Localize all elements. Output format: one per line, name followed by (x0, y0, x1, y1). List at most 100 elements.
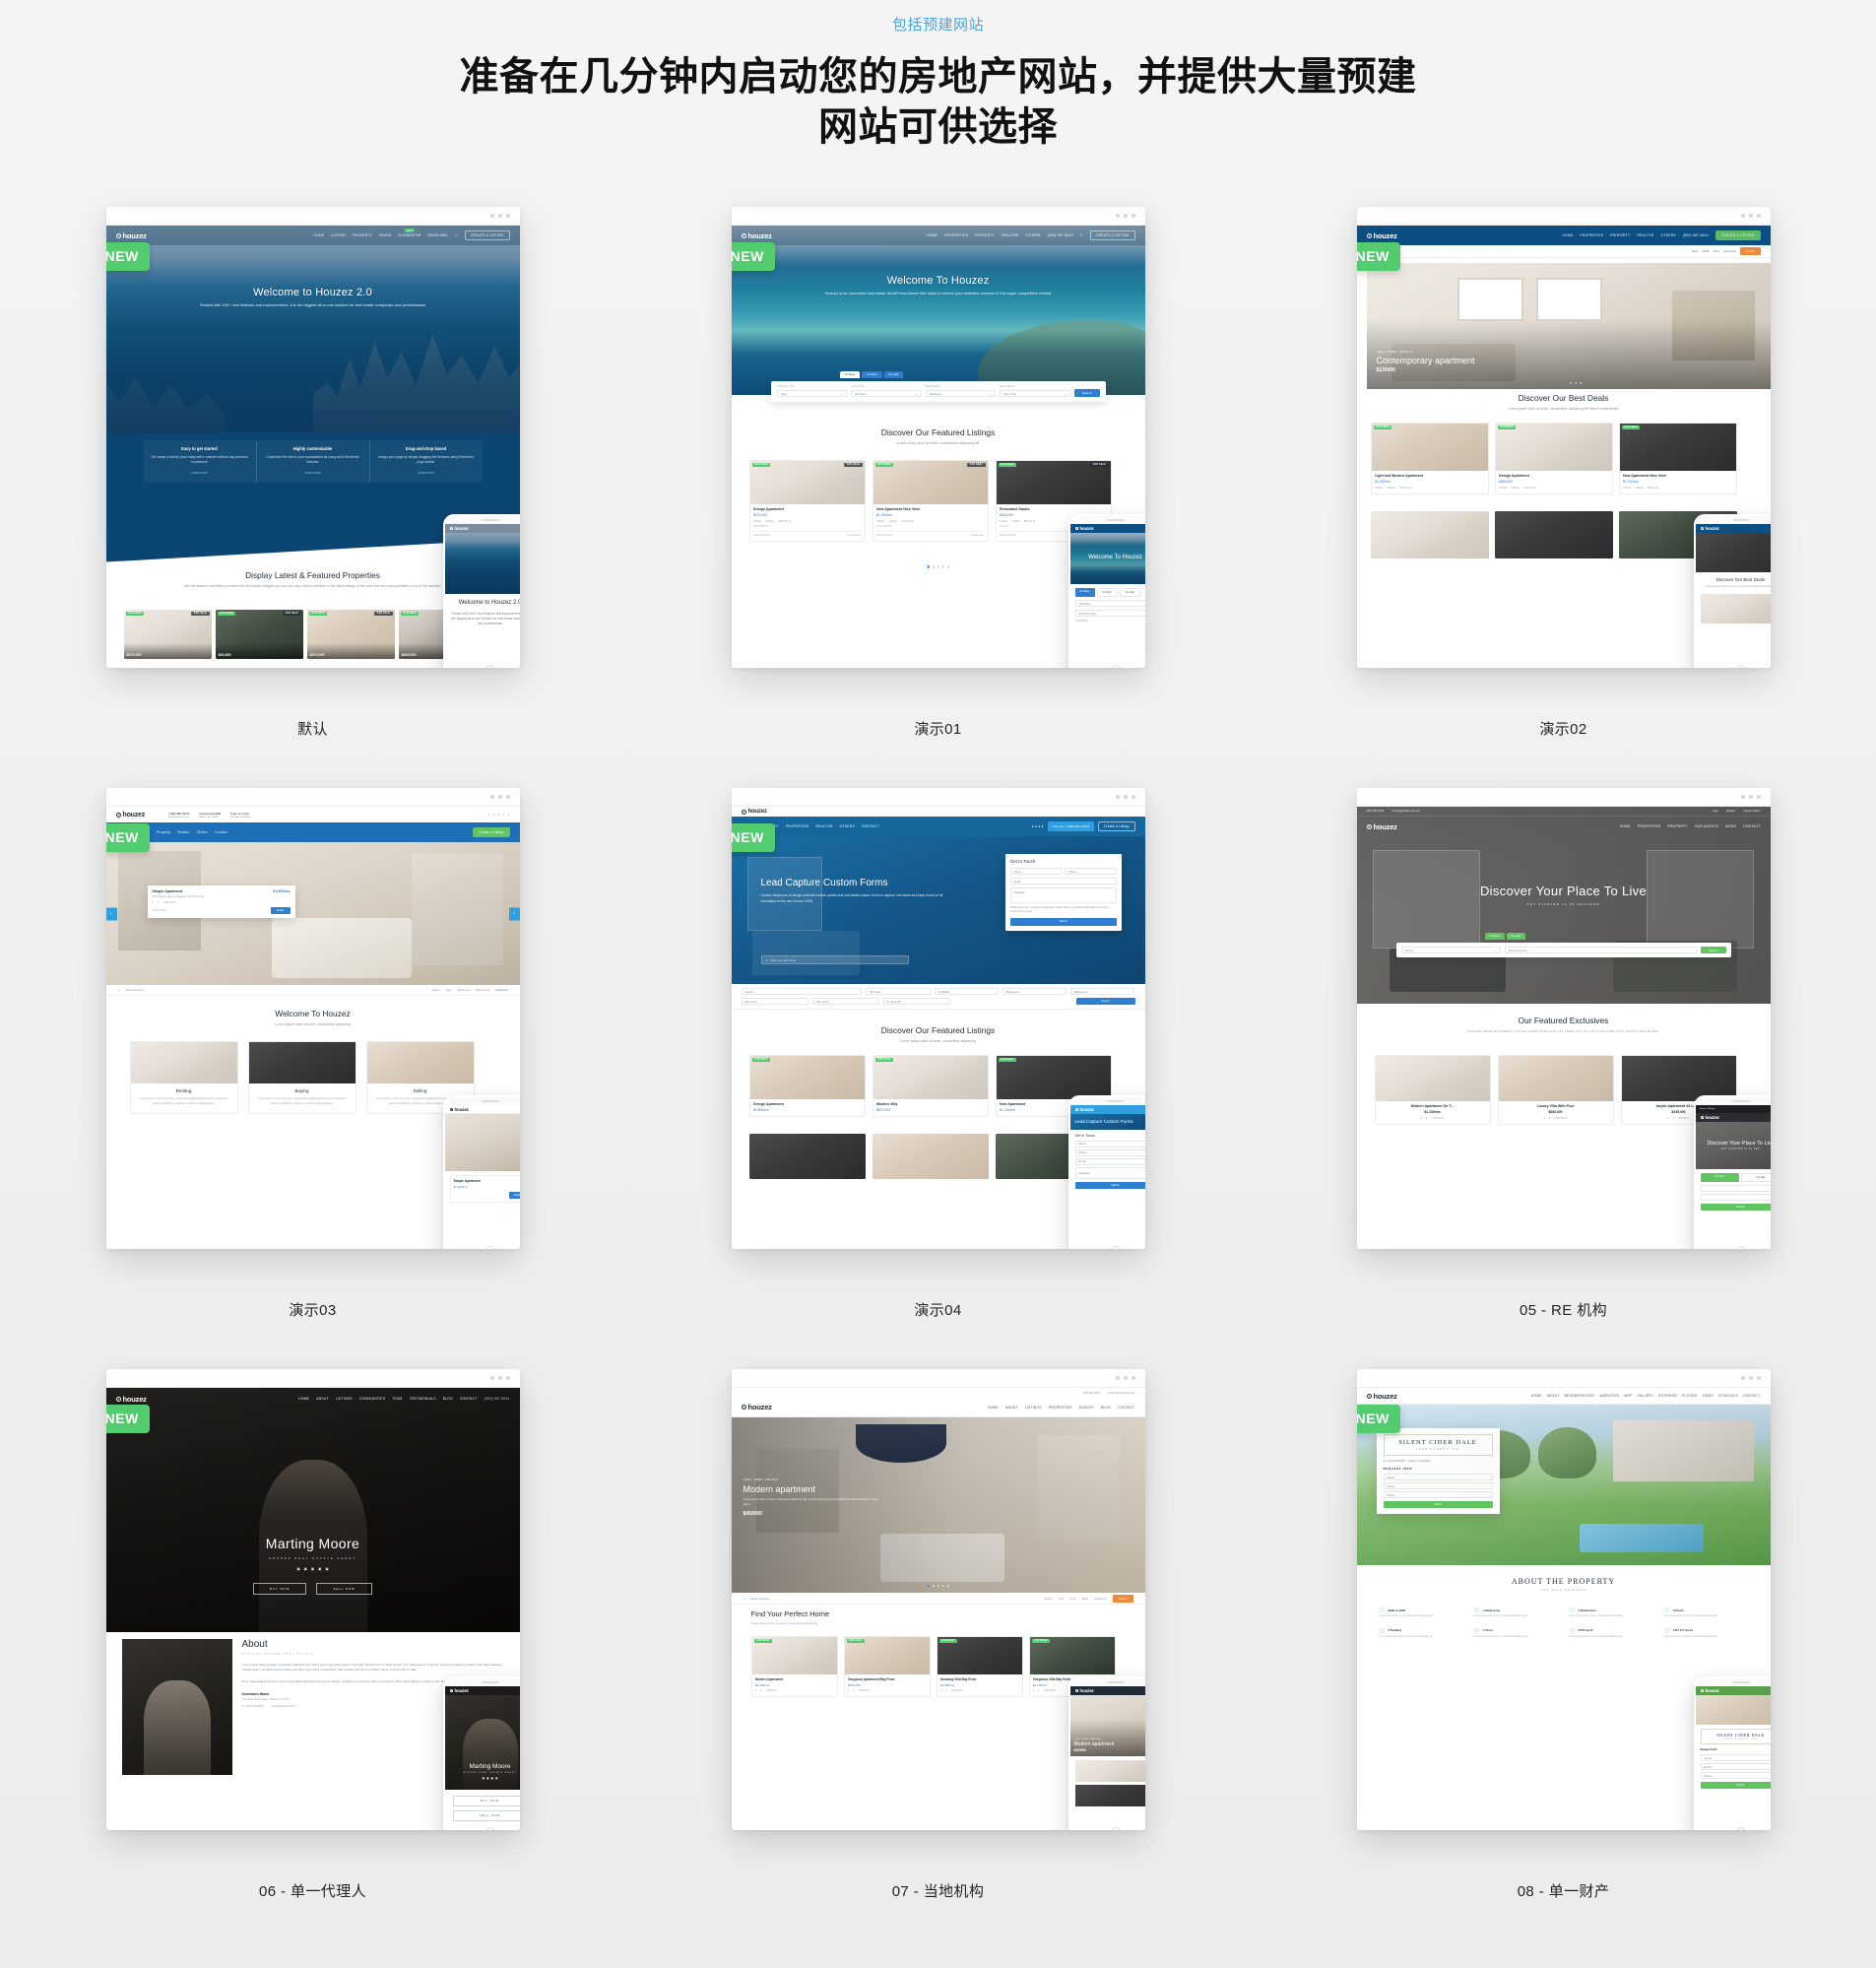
submit-button[interactable]: Submit (1383, 1501, 1493, 1508)
site-navbar[interactable]: houzez HOME ABOUT LISTINGS COMMUNITIES T… (106, 1388, 520, 1410)
carousel-dot[interactable] (941, 565, 944, 568)
search-field-looking-for[interactable]: LOOKING FOR Type ⌄ (776, 386, 848, 397)
phone-search-button[interactable]: Search (1700, 1204, 1771, 1211)
nav-link-home[interactable]: HOME (1562, 233, 1573, 237)
phone-social-icons[interactable]: ▣ ▣ ▣ ▣ (483, 1777, 498, 1780)
filter-property-id[interactable]: Property ID (882, 998, 950, 1005)
select-city[interactable]: All City ⌄ (1400, 947, 1501, 953)
site-logo[interactable]: houzez (741, 1403, 772, 1411)
nav-link-video[interactable]: VIDEO (1702, 1394, 1714, 1398)
phone-select-type[interactable]: Property Type⌄ (1074, 610, 1145, 617)
nav-link-testimonials[interactable]: TESTIMONIALS (409, 1397, 435, 1401)
site-navbar[interactable]: houzez HOME PROPERTIES PROPERTY REALTOR … (731, 226, 1145, 245)
phone-search-form[interactable]: For Rent For Sale ⌄ Search (1696, 1169, 1771, 1214)
site-topbar[interactable]: (800) 987-6543 houzez@realhomes.com Logi… (1356, 807, 1771, 817)
slider-dot[interactable] (1579, 381, 1583, 384)
phone-tabs[interactable]: All Status For Rent For Sale (1074, 588, 1145, 597)
listing-image[interactable] (748, 1134, 866, 1179)
listing-card[interactable]: Modern Apartment On T... $1,150/mo 3 2 1,2… (1374, 1055, 1491, 1125)
demo-cell-demo03[interactable]: houzez 1-800-987-6543 info@houzez.com Gr… (0, 760, 625, 1342)
listing-card[interactable]: FOR SALE Modern Villa $876,000 (872, 1055, 989, 1117)
nav-link-realtor[interactable]: REALTOR (1637, 233, 1653, 237)
demo-cell-demo06[interactable]: houzez HOME ABOUT LISTINGS COMMUNITIES T… (0, 1342, 625, 1923)
nav-link-listings[interactable]: LISTINGS (336, 1397, 353, 1401)
keyword-input[interactable]: Enter Keyword... (126, 988, 426, 992)
listing-title[interactable]: New Apartment Nice View (1623, 474, 1732, 478)
buy-now-button[interactable]: BUY NOW (253, 1583, 307, 1595)
site-logo[interactable]: houzez (1366, 1392, 1397, 1401)
property-card[interactable]: FEATURED FOR SALE $92,000 (215, 610, 303, 659)
site-logo[interactable]: houzez (741, 809, 767, 815)
listing-image[interactable] (1370, 511, 1489, 558)
tab-all-status[interactable]: All Status (839, 371, 861, 378)
site-navbar[interactable]: Home Properties Property Realtor Others … (105, 822, 520, 842)
listing-title[interactable]: Luxury Villa With Pool (1502, 1104, 1609, 1108)
listing-card[interactable]: FOR SALE Gorgeous Apartment Bay Front $6… (843, 1636, 931, 1697)
nav-link-others[interactable]: Others (197, 830, 208, 834)
phone-logo[interactable]: houzez (1074, 526, 1094, 531)
nav-link-others[interactable]: OTHERS (1660, 233, 1675, 237)
listing-card[interactable]: FOR RENT Design Apartment $4,800/mo (748, 1055, 866, 1117)
phone-logo[interactable]: houzez (1074, 1688, 1094, 1693)
slider-dot[interactable] (946, 1584, 949, 1587)
demo-cell-default[interactable]: houzez HOME LISTING PROPERTY PAGES NEW E… (0, 179, 625, 760)
listing-card[interactable]: FEATURED FOR SALE Design Apartment $475,… (748, 460, 866, 542)
feature-box[interactable]: Drag-and-drop based design your page by … (368, 440, 483, 483)
listing-title[interactable]: New Apartment Nice View (876, 507, 984, 511)
slider-dot[interactable] (937, 1584, 939, 1587)
navbar-links[interactable]: HOME ABOUT LISTINGS PROPERTIES AGENTS BL… (988, 1406, 1134, 1410)
site-navbar[interactable]: houzez HOME PROPERTIES PROPERTY OUR AGEN… (1357, 817, 1771, 836)
property-card[interactable]: FEATURED FOR SALE $876,000 (306, 610, 395, 659)
nav-link-contact[interactable]: CONTACT (460, 1397, 478, 1401)
listing-card[interactable]: FEATURED Light and Modern Apartment $4,0… (1370, 423, 1489, 494)
create-listing-button[interactable]: CREATE A LISTING (464, 230, 510, 240)
filter-type[interactable]: Type (1058, 1597, 1064, 1601)
service-card[interactable]: Buying Lorem ipsum dolor sit amet, conse… (247, 1041, 356, 1114)
phone-listing-image[interactable] (1700, 594, 1771, 624)
nav-link-communities[interactable]: COMMUNITIES (359, 1397, 385, 1401)
nav-link-contact[interactable]: CONTACT (1118, 1406, 1135, 1410)
nav-link-home[interactable]: HOME (313, 233, 324, 237)
select-type[interactable]: Type ⌄ (776, 390, 848, 397)
nav-link-blog[interactable]: BLOG (443, 1397, 453, 1401)
phone-navbar[interactable]: houzez ☰ (444, 524, 520, 533)
nav-link-contact[interactable]: CONTACT (1743, 824, 1761, 828)
nav-link-home[interactable]: HOME (298, 1397, 309, 1401)
user-icon[interactable]: ☉ (1080, 233, 1083, 237)
demo-cell-demo05[interactable]: (800) 987-6543 houzez@realhomes.com Logi… (1251, 760, 1876, 1342)
create-listing-button[interactable]: CREATE A LISTING (1714, 230, 1761, 240)
slider-next-arrow[interactable]: › (508, 907, 520, 920)
filter-advanced[interactable]: Advanced (495, 988, 507, 992)
search-button[interactable]: Search (1112, 1594, 1133, 1603)
phone-number[interactable]: (800) 987-6543 (1048, 233, 1073, 237)
phone-logo[interactable]: houzez (449, 1107, 469, 1112)
listing-card[interactable]: FEATURED New Apartment Nice View $1,100/… (1618, 423, 1737, 494)
nav-link-properties[interactable]: PROPERTIES (786, 824, 809, 828)
nav-link-others[interactable]: OTHERS (840, 824, 855, 828)
tab-for-rent[interactable]: For Rent (1484, 933, 1505, 940)
carousel-dot[interactable] (937, 565, 939, 568)
details-button[interactable]: Details (270, 906, 291, 914)
nav-link-realtor[interactable]: REALTOR (815, 824, 832, 828)
nav-link-home[interactable]: HOME (988, 1406, 999, 1410)
site-logo[interactable]: houzez (115, 1395, 147, 1404)
site-navbar[interactable]: HOME PROPERTY PROPERTIES REALTOR OTHERS … (731, 817, 1145, 836)
slider-dot[interactable] (1564, 381, 1568, 384)
keyword-input[interactable]: Enter Keyword... (751, 1597, 1039, 1601)
listing-card[interactable]: Luxury Villa With Pool $880,000 4 3 2,400 … (1497, 1055, 1614, 1125)
phone-field-email[interactable]: Email (1074, 1157, 1145, 1165)
site-topbar[interactable]: (678) 987-6543 houzez@realhomes.com (731, 1388, 1145, 1398)
nav-link-agents[interactable]: OUR AGENTS (1695, 824, 1718, 828)
tab-for-rent[interactable]: For Rent (1700, 1173, 1739, 1182)
phone-search-form[interactable]: All Status For Rent For Sale All Status⌄… (1070, 584, 1145, 626)
filter-bedrooms[interactable]: Bedrooms (1002, 988, 1067, 995)
phone-navbar[interactable]: houzez ☰ (444, 1105, 520, 1114)
sell-now-button[interactable]: SELL NOW (316, 1583, 372, 1595)
phone-field-phone[interactable]: Phone (1700, 1772, 1771, 1779)
filter-price[interactable]: Price (1714, 249, 1719, 253)
nav-link-about[interactable]: ABOUT (1547, 1394, 1560, 1398)
tab-for-sale[interactable]: For Sale (1506, 933, 1526, 940)
phone-logo[interactable]: houzez (449, 1688, 469, 1693)
create-listing-button[interactable]: Create a Listing (472, 827, 510, 837)
hero-slider[interactable]: 4 Beds · 3 Baths · 1500 Sq Ft Modern apa… (731, 1417, 1145, 1593)
